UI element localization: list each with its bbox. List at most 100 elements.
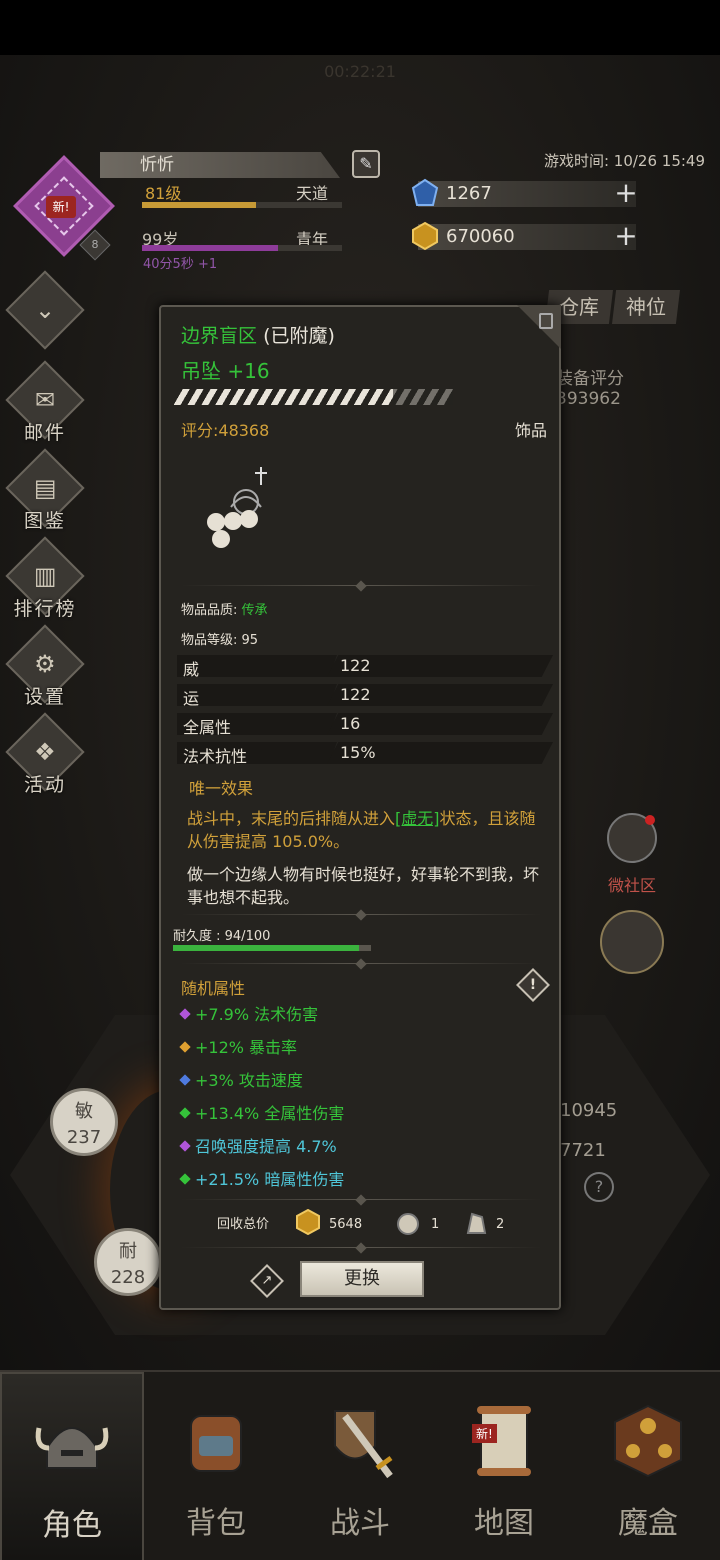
edit-name-icon[interactable]: ✎ [352, 150, 380, 178]
age-progress-bar [142, 245, 342, 251]
attribute-value: 122 [340, 656, 371, 675]
regen-timer: 40分5秒 +1 [143, 257, 218, 272]
stat-endurance: 耐 228 [94, 1228, 162, 1296]
attr-gem-icon [179, 1173, 191, 1185]
divider [181, 585, 541, 586]
add-gold-icon[interactable]: + [612, 222, 640, 250]
nav-battle[interactable]: 战斗 [288, 1372, 432, 1560]
item-name-text: 边界盲区 [181, 325, 258, 347]
enhance-bar-empty [393, 389, 453, 405]
nav-new-badge: 新! [472, 1424, 497, 1443]
attribute-value: 16 [340, 714, 361, 733]
stat-endurance-value: 228 [110, 1267, 146, 1288]
blue-gem-icon [411, 178, 439, 206]
emblem-icon[interactable] [600, 910, 664, 974]
recycle-label: 回收总价 [217, 1217, 270, 1232]
unique-effect-desc: 战斗中，末尾的后排随从进入[虚无]状态，且该随从伤害提高 105.0%。 [187, 807, 547, 853]
magic-box-icon [614, 1404, 682, 1478]
random-attrs-title: 随机属性 [181, 979, 246, 998]
quality-value: 传承 [241, 603, 268, 618]
help-icon[interactable]: ? [584, 1172, 614, 1202]
tab-deity[interactable]: 神位 [612, 290, 680, 324]
social-button[interactable]: 微社区 [597, 810, 667, 896]
unique-desc-part: 战斗中，末尾的后排随从进入 [187, 809, 396, 828]
pendant-icon [207, 467, 267, 548]
player-name: 忻忻 [100, 152, 340, 178]
random-attr-text: +7.9% 法术伤害 [195, 1005, 319, 1024]
share-icon[interactable]: ↗ [250, 1264, 284, 1298]
random-attr-row: +21.5% 暗属性伤害 [179, 1166, 345, 1190]
enchant-status: (已附魔) [263, 325, 335, 347]
side-item-mail[interactable]: ✉ 邮件 [5, 360, 85, 445]
side-item-ranking[interactable]: ▥ 排行榜 [5, 536, 85, 621]
attribute-name: 全属性 [183, 718, 232, 737]
lock-icon[interactable] [539, 313, 553, 329]
nav-label: 角色 [42, 1508, 102, 1543]
info-icon[interactable]: ! [516, 968, 550, 1002]
social-icon [607, 813, 657, 863]
random-attr-text: 召唤强度提高 4.7% [195, 1137, 337, 1156]
avatar-level-text: 8 [91, 238, 99, 251]
nav-map[interactable]: 新! 地图 [432, 1372, 576, 1560]
divider [181, 963, 541, 964]
attr-gem-icon [179, 1140, 191, 1152]
nav-magic-box[interactable]: 魔盒 [576, 1372, 720, 1560]
random-attr-row: +12% 暴击率 [179, 1034, 297, 1058]
gem-currency: 1267 + [411, 179, 638, 207]
equip-score: 装备评分 393962 [556, 364, 624, 409]
nav-label: 魔盒 [618, 1506, 678, 1541]
gold-coin-icon [412, 221, 438, 251]
random-attr-text: +21.5% 暗属性伤害 [195, 1170, 345, 1189]
chevron-down-icon: ⌄ [34, 295, 56, 324]
recycle-material-2: 2 [496, 1217, 505, 1232]
attribute-name: 运 [183, 689, 200, 708]
item-level: 物品等级: 95 [181, 633, 259, 648]
void-status-link[interactable]: [虚无] [395, 809, 440, 828]
gift-icon: ❖ [34, 737, 56, 766]
faded-clock: 00:22:21 [324, 62, 396, 81]
avatar-new-badge: 新! [46, 196, 76, 218]
random-attr-text: +3% 攻击速度 [195, 1071, 303, 1090]
gear-icon: ⚙ [34, 649, 56, 678]
nav-label: 战斗 [330, 1506, 390, 1541]
add-gem-icon[interactable]: + [612, 179, 640, 207]
side-item-settings[interactable]: ⚙ 设置 [5, 624, 85, 709]
attr-gem-icon [179, 1041, 191, 1053]
durability-fill [173, 945, 360, 951]
side-item-codex[interactable]: ▤ 图鉴 [5, 448, 85, 533]
side-item-label: 排行榜 [13, 598, 77, 620]
bottom-nav: 角色 背包 战斗 新! 地图 魔盒 [0, 1370, 720, 1560]
equip-score-label: 装备评分 [556, 369, 624, 389]
level-progress-bar [142, 202, 342, 208]
attribute-name: 威 [183, 660, 200, 679]
gold-amount: 670060 [446, 226, 515, 247]
nav-label: 背包 [186, 1506, 246, 1541]
item-tooltip: 边界盲区 (已附魔) 吊坠 +16 评分:48368 饰品 物品品质: 传承 物… [159, 305, 561, 1310]
attribute-row: 法术抗性 15% [177, 742, 553, 766]
stat-agility: 敏 237 [50, 1088, 118, 1156]
stat-endurance-label: 耐 [119, 1241, 137, 1262]
mail-icon: ✉ [34, 385, 56, 414]
gold-coin-icon [296, 1209, 320, 1235]
side-item-events[interactable]: ❖ 活动 [5, 712, 85, 797]
material-shard-icon [466, 1212, 487, 1234]
social-label: 微社区 [607, 876, 656, 895]
durability-text: 耐久度 : 94/100 [173, 929, 271, 944]
quality-label: 物品品质: [181, 603, 242, 618]
recycle-gold: 5648 [329, 1217, 363, 1232]
attribute-row: 运 122 [177, 684, 553, 708]
nav-character[interactable]: 角色 [0, 1372, 144, 1560]
sword-shield-icon [334, 1410, 393, 1479]
attr-gem-icon [179, 1074, 191, 1086]
replace-button[interactable]: 更换 [300, 1261, 424, 1297]
side-collapse[interactable]: ⌄ [5, 270, 85, 350]
item-quality: 物品品质: 传承 [181, 599, 268, 618]
helmet-icon [35, 1427, 109, 1469]
side-item-label: 设置 [23, 686, 66, 708]
level-text: 81级 [145, 184, 182, 203]
random-attr-text: +13.4% 全属性伤害 [195, 1104, 345, 1123]
nav-backpack[interactable]: 背包 [144, 1372, 288, 1560]
level-progress-fill [142, 202, 256, 208]
equip-score-value: 393962 [556, 389, 621, 409]
gem-amount: 1267 [446, 183, 492, 204]
